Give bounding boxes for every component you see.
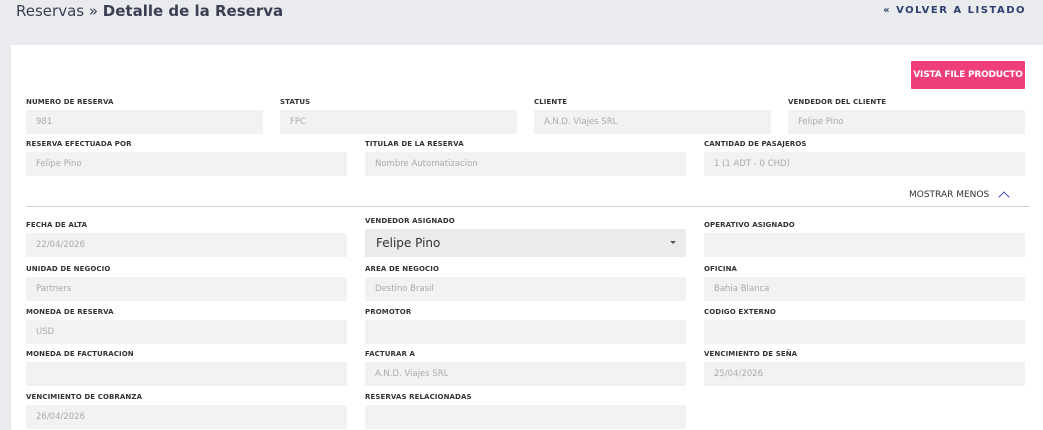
- vendedor-asignado-field: VENDEDOR ASIGNADO Felipe Pino: [365, 216, 686, 257]
- facturar-a-field: FACTURAR A A.N.D. Viajes SRL: [365, 349, 686, 386]
- mostrar-menos-label: MOSTRAR MENOS: [909, 189, 990, 200]
- vendedor-cliente-field: VENDEDOR DEL CLIENTE Felipe Pino: [788, 97, 1025, 134]
- reserva-efectuada-por-field: RESERVA EFECTUADA POR Felipe Pino: [26, 139, 347, 176]
- vencimiento-cobranza-input[interactable]: 26/04/2026: [26, 405, 347, 429]
- cantidad-pasajeros-field: CANTIDAD DE PASAJEROS 1 (1 ADT - 0 CHD): [704, 139, 1025, 176]
- oficina-input[interactable]: Bahia Blanca: [704, 277, 1025, 301]
- vencimiento-sena-label: VENCIMIENTO DE SEÑA: [704, 350, 798, 358]
- mostrar-menos-toggle[interactable]: MOSTRAR MENOS: [909, 188, 1010, 203]
- status-input[interactable]: FPC: [280, 110, 517, 134]
- page-title: Detalle de la Reserva: [102, 2, 284, 20]
- codigo-externo-label: CODIGO EXTERNO: [704, 308, 776, 316]
- moneda-reserva-field: MONEDA DE RESERVA USD: [26, 307, 347, 344]
- codigo-externo-input[interactable]: [704, 320, 1025, 344]
- facturar-a-input[interactable]: A.N.D. Viajes SRL: [365, 362, 686, 386]
- cantidad-pasajeros-input[interactable]: 1 (1 ADT - 0 CHD): [704, 152, 1025, 176]
- oficina-label: OFICINA: [704, 265, 738, 273]
- fecha-alta-input[interactable]: 22/04/2026: [26, 233, 347, 257]
- titular-reserva-input[interactable]: Nombre Automatizacion: [365, 152, 686, 176]
- vencimiento-cobranza-field: VENCIMIENTO DE COBRANZA 26/04/2026: [26, 392, 347, 429]
- reservation-detail-panel: VISTA FILE PRODUCTO NUMERO DE RESERVA 98…: [11, 45, 1043, 430]
- fecha-alta-field: FECHA DE ALTA 22/04/2026: [26, 220, 347, 257]
- promotor-input[interactable]: [365, 320, 686, 344]
- vencimiento-sena-field: VENCIMIENTO DE SEÑA 25/04/2026: [704, 349, 1025, 386]
- breadcrumb-parent[interactable]: Reservas: [16, 2, 84, 20]
- back-to-list-link[interactable]: « VOLVER A LISTADO: [883, 5, 1026, 16]
- area-negocio-label: AREA DE NEGOCIO: [365, 265, 440, 273]
- vendedor-asignado-label: VENDEDOR ASIGNADO: [365, 217, 455, 225]
- vendedor-cliente-input[interactable]: Felipe Pino: [788, 110, 1025, 134]
- titular-reserva-label: TITULAR DE LA RESERVA: [365, 140, 464, 148]
- area-negocio-field: AREA DE NEGOCIO Destino Brasil: [365, 264, 686, 301]
- reserva-efectuada-por-input[interactable]: Felipe Pino: [26, 152, 347, 176]
- chevron-up-icon: [998, 191, 1010, 203]
- cliente-field: CLIENTE A.N.D. Viajes SRL: [534, 97, 771, 134]
- moneda-facturacion-input[interactable]: [26, 362, 347, 386]
- numero-reserva-label: NUMERO DE RESERVA: [26, 98, 114, 106]
- moneda-facturacion-label: MONEDA DE FACTURACION: [26, 350, 134, 358]
- oficina-field: OFICINA Bahia Blanca: [704, 264, 1025, 301]
- moneda-reserva-label: MONEDA DE RESERVA: [26, 308, 114, 316]
- codigo-externo-field: CODIGO EXTERNO: [704, 307, 1025, 344]
- unidad-negocio-input[interactable]: Partners: [26, 277, 347, 301]
- cliente-input[interactable]: A.N.D. Viajes SRL: [534, 110, 771, 134]
- vencimiento-sena-input[interactable]: 25/04/2026: [704, 362, 1025, 386]
- titular-reserva-field: TITULAR DE LA RESERVA Nombre Automatizac…: [365, 139, 686, 176]
- reservas-relacionadas-field: RESERVAS RELACIONADAS: [365, 392, 686, 429]
- section-divider: [26, 206, 1029, 207]
- breadcrumb-separator: »: [84, 2, 103, 20]
- area-negocio-input[interactable]: Destino Brasil: [365, 277, 686, 301]
- operativo-asignado-input[interactable]: [704, 233, 1025, 257]
- breadcrumb: Reservas » Detalle de la Reserva: [16, 0, 283, 22]
- operativo-asignado-field: OPERATIVO ASIGNADO: [704, 220, 1025, 257]
- cantidad-pasajeros-label: CANTIDAD DE PASAJEROS: [704, 140, 807, 148]
- facturar-a-label: FACTURAR A: [365, 350, 416, 358]
- promotor-label: PROMOTOR: [365, 308, 412, 316]
- unidad-negocio-label: UNIDAD DE NEGOCIO: [26, 265, 111, 273]
- status-field: STATUS FPC: [280, 97, 517, 134]
- promotor-field: PROMOTOR: [365, 307, 686, 344]
- vendedor-cliente-label: VENDEDOR DEL CLIENTE: [788, 98, 887, 106]
- moneda-facturacion-field: MONEDA DE FACTURACION: [26, 349, 347, 386]
- reservas-relacionadas-label: RESERVAS RELACIONADAS: [365, 393, 472, 401]
- caret-down-icon: [670, 241, 676, 244]
- moneda-reserva-input[interactable]: USD: [26, 320, 347, 344]
- vendedor-asignado-select[interactable]: Felipe Pino: [365, 229, 686, 257]
- vista-file-producto-button[interactable]: VISTA FILE PRODUCTO: [911, 61, 1025, 89]
- operativo-asignado-label: OPERATIVO ASIGNADO: [704, 221, 795, 229]
- top-bar: Reservas » Detalle de la Reserva « VOLVE…: [0, 0, 1043, 44]
- reservas-relacionadas-input[interactable]: [365, 405, 686, 429]
- numero-reserva-field: NUMERO DE RESERVA 981: [26, 97, 263, 134]
- reserva-efectuada-por-label: RESERVA EFECTUADA POR: [26, 140, 132, 148]
- cliente-label: CLIENTE: [534, 98, 568, 106]
- vendedor-asignado-value: Felipe Pino: [376, 236, 441, 250]
- status-label: STATUS: [280, 98, 311, 106]
- fecha-alta-label: FECHA DE ALTA: [26, 221, 88, 229]
- vencimiento-cobranza-label: VENCIMIENTO DE COBRANZA: [26, 393, 143, 401]
- unidad-negocio-field: UNIDAD DE NEGOCIO Partners: [26, 264, 347, 301]
- numero-reserva-input[interactable]: 981: [26, 110, 263, 134]
